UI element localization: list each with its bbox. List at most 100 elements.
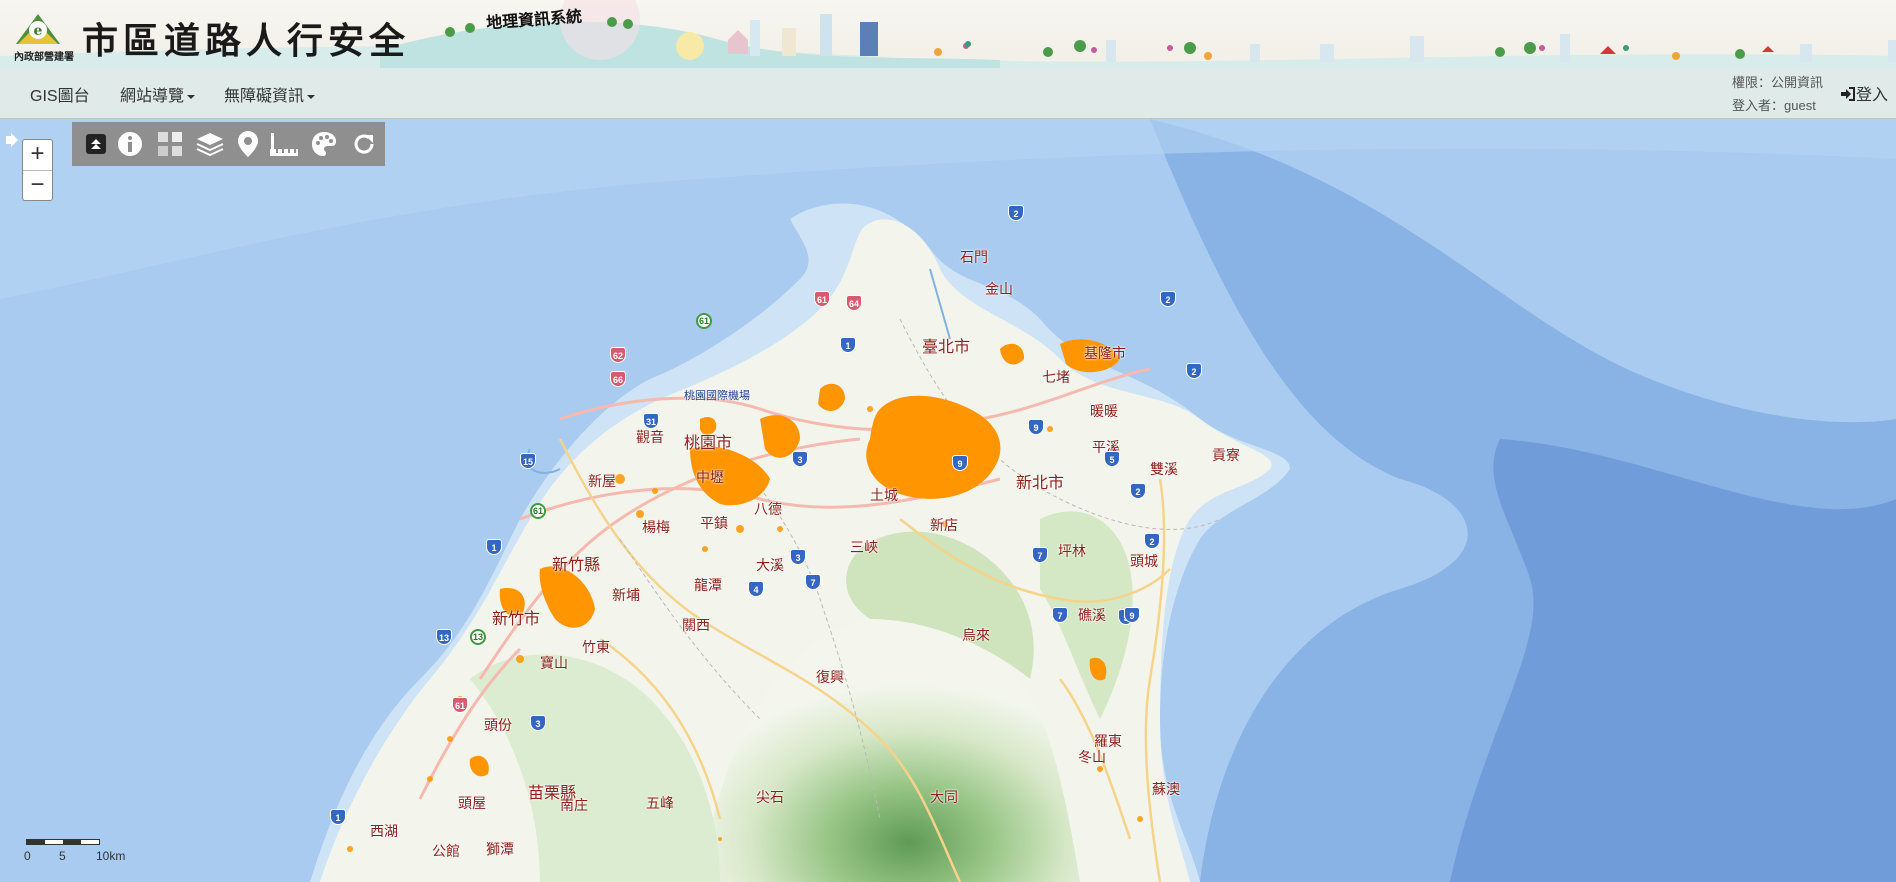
place-label: 新埔	[612, 587, 640, 603]
place-label: 桃園國際機場	[684, 390, 750, 402]
place-label: 楊梅	[642, 519, 670, 535]
route-shield: 13	[436, 629, 452, 645]
refresh-icon	[354, 134, 374, 154]
place-label: 新北市	[1016, 475, 1065, 492]
route-shield: 3	[790, 549, 806, 565]
route-shield: 66	[610, 371, 626, 387]
place-label: 龍潭	[694, 577, 722, 593]
scale-label-0: 0	[24, 849, 31, 863]
route-shield: 7	[1032, 547, 1048, 563]
place-label: 暖暖	[1090, 403, 1118, 419]
side-panel-toggle-icon[interactable]	[4, 133, 18, 147]
place-label: 平鎮	[700, 515, 728, 531]
nav-accessibility-label: 無障礙資訊	[224, 88, 305, 105]
scale-label-5: 5	[59, 849, 66, 863]
route-shield: 61	[530, 503, 546, 519]
place-label: 獅潭	[486, 841, 514, 857]
route-shield: 15	[520, 453, 536, 469]
agency-logo-label: 內政部營建署	[14, 52, 74, 63]
place-label: 復興	[816, 669, 844, 685]
permission-text: 權限：公開資訊	[1732, 75, 1824, 90]
route-shield: 7	[805, 574, 821, 590]
map-toolbar	[72, 122, 385, 166]
place-label: 臺北市	[922, 339, 971, 356]
route-shield: 1	[330, 809, 346, 825]
place-label: 新竹市	[492, 611, 541, 628]
place-label: 坪林	[1058, 543, 1086, 559]
route-shield: 62	[610, 347, 626, 363]
ruler-icon	[270, 133, 298, 156]
layers-tool-button[interactable]	[192, 126, 228, 162]
login-user-text: 登入者：guest	[1732, 98, 1816, 113]
basemap	[0, 119, 1896, 882]
route-shield: 2	[1008, 205, 1024, 221]
place-label: 竹東	[582, 639, 610, 655]
route-shield: 64	[846, 295, 862, 311]
route-shield: 5	[1104, 451, 1120, 467]
location-tool-button[interactable]	[230, 126, 266, 162]
palette-icon	[312, 132, 336, 156]
place-label: 新竹縣	[552, 557, 601, 574]
place-label: 新店	[930, 517, 958, 533]
zoom-out-button[interactable]: −	[23, 170, 52, 200]
collapse-icon	[86, 134, 106, 154]
place-label: 觀音	[636, 429, 664, 445]
route-shield: 3	[792, 451, 808, 467]
collapse-toolbar-button[interactable]	[78, 126, 114, 162]
nav-site-guide[interactable]: 網站導覽	[120, 82, 196, 106]
place-label: 桃園市	[684, 435, 733, 452]
login-label: 登入	[1856, 87, 1889, 104]
route-shield: 7	[1052, 607, 1068, 623]
route-shield: 2	[1186, 363, 1202, 379]
agency-logo[interactable]: e 內政部營建署	[14, 10, 76, 63]
zoom-in-button[interactable]: +	[23, 140, 52, 170]
place-label: 金山	[985, 281, 1013, 297]
header-banner: e 內政部營建署 市區道路人行安全 地理資訊系統	[0, 0, 1896, 68]
chevron-down-icon	[187, 94, 196, 99]
sign-in-icon	[1841, 87, 1855, 101]
route-shield: 1	[486, 539, 502, 555]
place-label: 冬山	[1078, 749, 1106, 765]
login-button[interactable]: 登入	[1840, 81, 1888, 105]
nav-accessibility[interactable]: 無障礙資訊	[224, 82, 316, 106]
route-shield: 61	[814, 291, 830, 307]
measure-tool-button[interactable]	[266, 126, 302, 162]
map-view[interactable]: 石門 金山 臺北市 基隆市 七堵 暖暖 平溪 雙溪 貢寮 觀音 桃園市 新屋 中壢 八德 土城 新北市 楊梅 平鎮…	[0, 119, 1896, 882]
route-shield: 61	[452, 697, 468, 713]
place-label: 尖石	[756, 789, 784, 805]
route-shield: 3	[530, 715, 546, 731]
location-pin-icon	[238, 131, 258, 157]
route-shield: 13	[470, 629, 486, 645]
place-label: 五峰	[646, 795, 674, 811]
place-label: 南庄	[560, 797, 588, 813]
route-shield: 2	[1130, 483, 1146, 499]
place-label: 大同	[930, 789, 958, 805]
place-label: 八德	[754, 501, 782, 517]
place-label: 關西	[682, 617, 710, 633]
route-shield: 9	[952, 455, 968, 471]
nav-site-guide-label: 網站導覽	[120, 88, 185, 105]
info-tool-button[interactable]	[112, 126, 148, 162]
refresh-tool-button[interactable]	[346, 126, 382, 162]
place-label: 基隆市	[1084, 345, 1126, 361]
scale-label-10km: 10km	[96, 849, 126, 863]
nav-gis-platform[interactable]: GIS圖台	[30, 82, 90, 106]
route-shield: 2	[1160, 291, 1176, 307]
scale-bar-graphic	[26, 839, 100, 845]
zoom-control: + −	[22, 139, 53, 201]
agency-emblem-icon: e	[16, 14, 60, 44]
info-icon	[118, 132, 142, 156]
query-grid-icon	[158, 132, 182, 156]
place-label: 大溪	[756, 557, 784, 573]
route-shield: 1	[840, 337, 856, 353]
style-tool-button[interactable]	[306, 126, 342, 162]
place-label: 頭屋	[458, 795, 486, 811]
place-label: 中壢	[696, 469, 724, 485]
nav-gis-platform-label: GIS圖台	[30, 88, 90, 105]
query-tool-button[interactable]	[152, 126, 188, 162]
place-label: 礁溪	[1078, 607, 1106, 623]
layers-icon	[196, 133, 224, 157]
place-label: 七堵	[1042, 369, 1070, 385]
place-label: 土城	[870, 487, 898, 503]
place-label: 三峽	[850, 539, 878, 555]
